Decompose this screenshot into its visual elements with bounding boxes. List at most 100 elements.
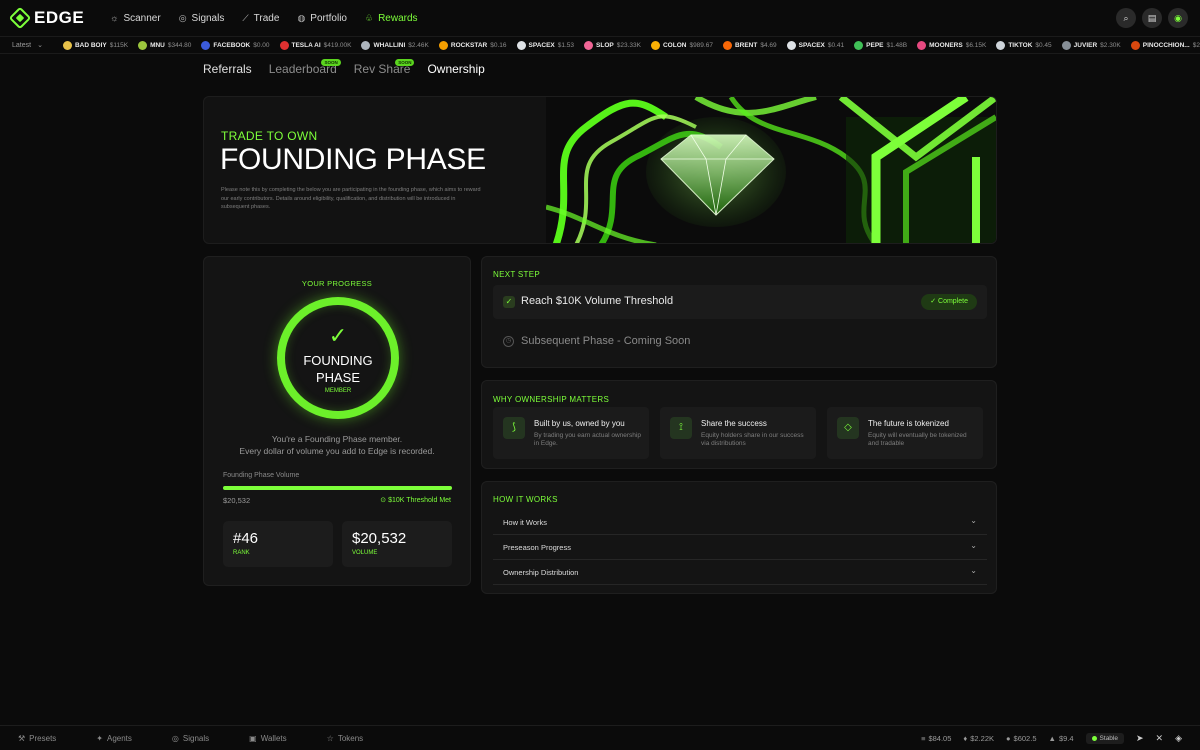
ticker-item[interactable]: ROCKSTAR $0.16 [438, 40, 507, 50]
soon-badge: SOON [395, 59, 415, 66]
why-card-title: Built by us, owned by you [534, 419, 625, 428]
bottom-bar: ⚒ Presets ✦ Agents ◎ Signals ▣ Wallets ☆… [0, 725, 1200, 750]
tab-ownership[interactable]: Ownership [427, 62, 484, 76]
token-avatar-icon [62, 40, 72, 50]
ticker-filter-dropdown[interactable]: Latest ⌄ [12, 41, 43, 50]
ticker-price: $989.67 [689, 41, 713, 49]
volume-stat: $20,532 VOLUME [342, 521, 452, 567]
volume-progress-fill [223, 486, 452, 490]
token-avatar-icon [1061, 40, 1071, 50]
profile-button[interactable]: ◉ [1168, 8, 1188, 28]
nav-scanner-label: Scanner [123, 12, 161, 24]
user-icon: ◉ [1174, 12, 1182, 23]
ticker-item[interactable]: PINOCCHION...$2.43K [1130, 40, 1200, 50]
eth-icon: ♦ [963, 733, 968, 743]
accordion-how-it-works[interactable]: How it Works ⌄ [493, 510, 987, 535]
bottom-wallets[interactable]: ▣ Wallets [249, 734, 287, 743]
ticker-name: TIKTOK [1008, 41, 1033, 49]
rewards-tabs: Referrals Leaderboard SOON Rev Share SOO… [203, 59, 485, 76]
ticker-price: $1.48B [886, 41, 908, 49]
how-title: HOW IT WORKS [493, 495, 558, 504]
ticker-item[interactable]: COLON $989.67 [650, 40, 713, 50]
step-subsequent-phase: ◷ Subsequent Phase - Coming Soon [493, 325, 987, 359]
nav-portfolio[interactable]: ◍ Portfolio [297, 13, 347, 24]
ticker-price: $419.00K [323, 41, 352, 49]
ticker-price: $23.33K [616, 41, 641, 49]
ticker-item[interactable]: PEPE $1.48B [854, 40, 908, 50]
tab-rev-share[interactable]: Rev Share SOON [354, 59, 415, 76]
ticker-item[interactable]: FACEBOOK $0.00 [201, 40, 270, 50]
search-icon: ⌕ [1123, 12, 1129, 23]
ticker-item[interactable]: TESLA AI $419.00K [279, 40, 352, 50]
chevron-down-icon: ⌄ [37, 42, 43, 49]
ticker-item[interactable]: BRENT $4.69 [722, 40, 777, 50]
chevron-down-icon: ⌄ [970, 541, 977, 550]
why-card-share-success: ⟟ Share the success Equity holders share… [660, 407, 816, 459]
brand-logo[interactable]: EDGE [8, 6, 84, 30]
wallet-button[interactable]: ▤ [1142, 8, 1162, 28]
nav-rewards-label: Rewards [378, 12, 418, 24]
accordion-preseason-progress[interactable]: Preseason Progress ⌄ [493, 535, 987, 560]
ticker-name: ROCKSTAR [450, 41, 488, 49]
ticker-item[interactable]: BAD BOIY $115K [62, 40, 128, 50]
ticker-price: $6.15K [965, 41, 987, 49]
bottom-tokens[interactable]: ☆ Tokens [327, 734, 364, 743]
hero-kicker: TRADE TO OWN [221, 129, 318, 143]
ticker-price: $2.30K [1100, 41, 1121, 49]
metric-tron: ▲ $9.4 [1049, 734, 1074, 743]
ticker-item[interactable]: JUVIER $2.30K [1061, 40, 1121, 50]
nav-scanner[interactable]: ☼ Scanner [110, 13, 161, 24]
nav-trade[interactable]: ⟋ Trade [242, 13, 279, 24]
token-avatar-icon [786, 40, 796, 50]
bottom-agents[interactable]: ✦ Agents [96, 734, 132, 743]
why-title: WHY OWNERSHIP MATTERS [493, 395, 610, 404]
threshold-met: ⊙ $10K Threshold Met [380, 496, 451, 504]
bottom-signals[interactable]: ◎ Signals [172, 734, 209, 743]
token-avatar-icon [516, 40, 526, 50]
presets-icon: ⚒ [18, 733, 26, 743]
diamond-icon: ◇ [837, 417, 859, 439]
telegram-icon[interactable]: ➤ [1136, 733, 1144, 744]
ticker-name: JUVIER [1073, 41, 1098, 49]
accordion-ownership-distribution[interactable]: Ownership Distribution ⌄ [493, 560, 987, 585]
nav-rewards[interactable]: ♧ Rewards [365, 13, 418, 24]
ticker-item[interactable]: SPACEX $1.53 [516, 40, 574, 50]
ticker-filter-label: Latest [12, 41, 32, 49]
x-icon[interactable]: ✕ [1156, 733, 1164, 744]
status-dot [1091, 735, 1097, 741]
token-avatar-icon [361, 40, 371, 50]
ticker-item[interactable]: MNU $344.80 [138, 40, 191, 50]
unicorn-icon: ⟆ [503, 417, 525, 439]
hero-title: FOUNDING PHASE [220, 143, 486, 176]
bottom-presets[interactable]: ⚒ Presets [18, 734, 56, 743]
nav-signals[interactable]: ◎ Signals [179, 13, 225, 24]
signals-icon: ◎ [178, 12, 187, 23]
tab-leaderboard[interactable]: Leaderboard SOON [269, 59, 341, 76]
scanner-icon: ☼ [110, 13, 119, 23]
ticker-item[interactable]: MOONERS $6.15K [917, 40, 987, 50]
accordion-label: Preseason Progress [503, 543, 571, 552]
ticker-name: BRENT [734, 41, 758, 49]
bottom-agents-label: Agents [107, 733, 132, 743]
ticker-name: BAD BOIY [74, 41, 107, 49]
token-avatar-icon [584, 40, 594, 50]
token-avatar-icon [201, 40, 211, 50]
ring-line-2: PHASE [315, 370, 361, 385]
token-avatar-icon [438, 40, 448, 50]
bottom-wallets-label: Wallets [260, 733, 287, 743]
step-2-text: Subsequent Phase - Coming Soon [521, 335, 691, 347]
ticker-name: SLOP [596, 41, 614, 49]
ticker-price: $0.41 [827, 41, 845, 49]
search-button[interactable]: ⌕ [1116, 8, 1136, 28]
ring-line-3: MEMBER [324, 388, 352, 394]
ticker-price: $0.45 [1035, 41, 1052, 49]
discord-icon[interactable]: ◈ [1175, 733, 1182, 744]
why-ownership-panel: WHY OWNERSHIP MATTERS ⟆ Built by us, own… [481, 380, 997, 469]
tab-referrals[interactable]: Referrals [203, 62, 252, 76]
ticker-item[interactable]: TIKTOK $0.45 [996, 40, 1052, 50]
why-card-desc: By trading you earn actual ownership in … [534, 432, 641, 448]
ticker-item[interactable]: SPACEX $0.41 [786, 40, 845, 50]
top-nav: EDGE ☼ Scanner ◎ Signals ⟋ Trade ◍ Portf… [0, 0, 1200, 36]
ticker-item[interactable]: SLOP $23.33K [584, 40, 641, 50]
ticker-item[interactable]: WHALLINI $2.46K [361, 40, 429, 50]
